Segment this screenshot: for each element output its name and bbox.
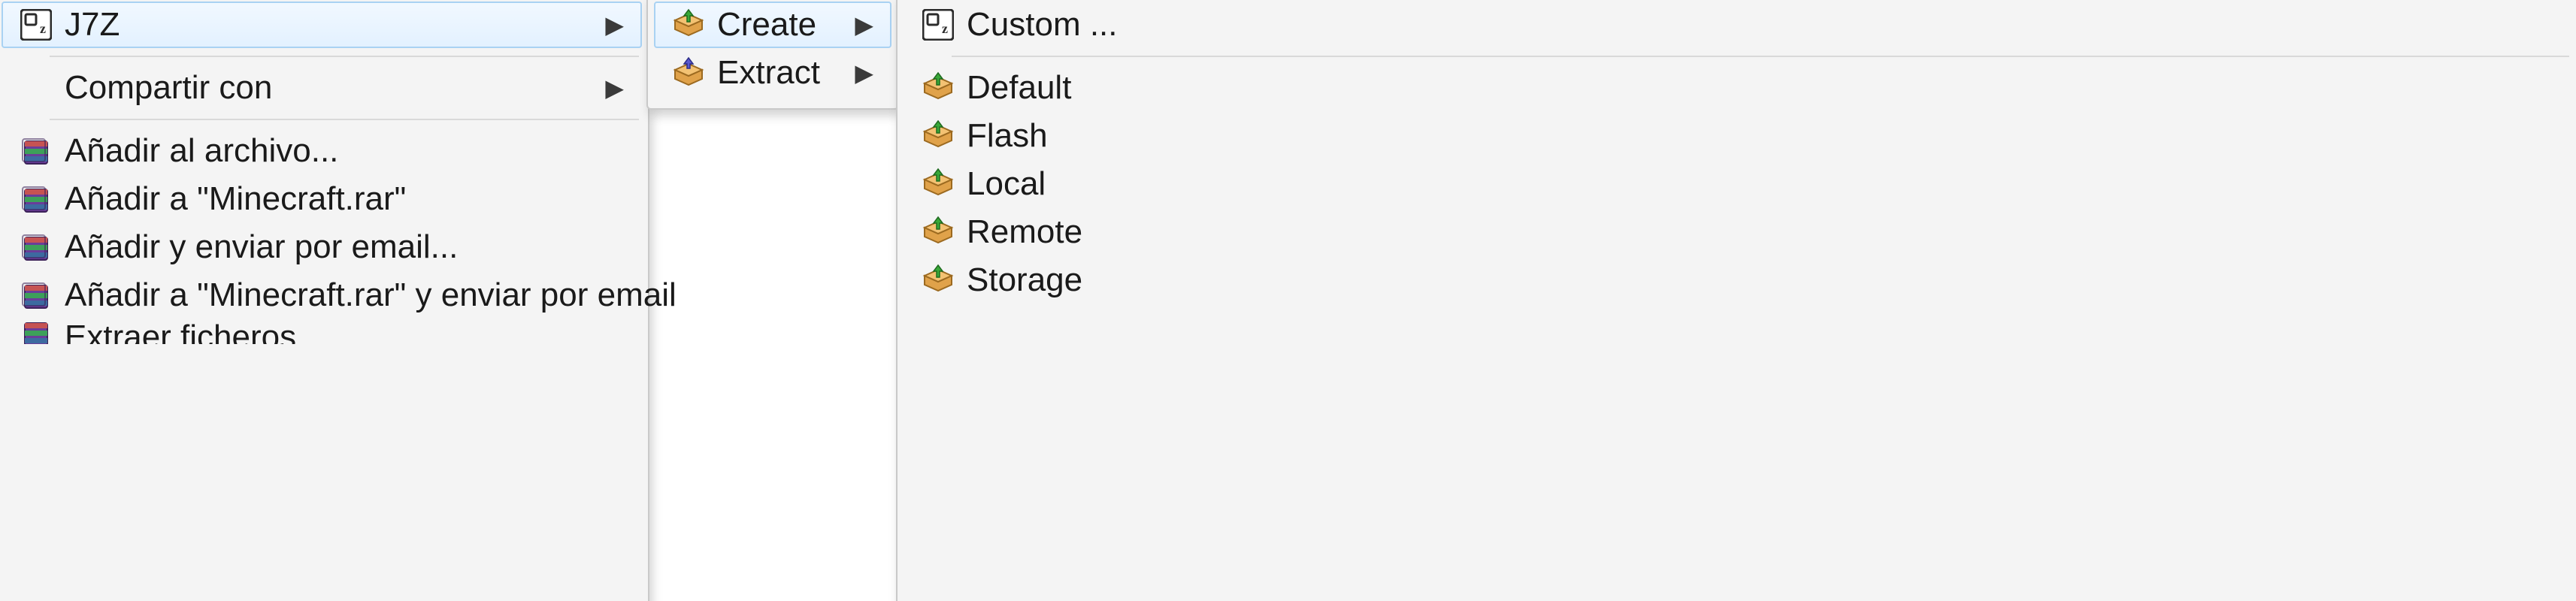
menu-item-label: Añadir a "Minecraft.rar" y enviar por em…	[57, 276, 677, 314]
menu-item-extract[interactable]: Extract ▶	[654, 50, 891, 96]
menu-item-label: Default	[959, 69, 2554, 107]
winrar-icon	[15, 135, 57, 167]
menu-item-label: J7Z	[57, 6, 605, 44]
menu-item-label: Compartir con	[57, 69, 605, 107]
menu-item-storage[interactable]: Storage	[904, 257, 2572, 304]
menu-item-label: Storage	[959, 261, 2554, 299]
menu-item-anadir-email[interactable]: Añadir y enviar por email...	[2, 224, 642, 270]
menu-separator	[952, 56, 2569, 57]
j7z-icon: z	[15, 9, 57, 41]
menu-item-create[interactable]: Create ▶	[654, 2, 891, 48]
box-down-arrow-icon	[917, 71, 959, 104]
box-up-arrow-icon	[667, 56, 710, 89]
menu-item-compartir[interactable]: Compartir con ▶	[2, 65, 642, 111]
menu-item-label: Añadir a "Minecraft.rar"	[57, 180, 624, 218]
menu-item-label: Extraer ficheros...	[57, 320, 624, 346]
menu-item-remote[interactable]: Remote	[904, 209, 2572, 255]
submenu-arrow-icon: ▶	[855, 11, 873, 39]
winrar-icon	[15, 231, 57, 263]
context-menu-primary: z J7Z ▶ Compartir con ▶ Añadir al archiv…	[0, 0, 649, 601]
box-down-arrow-icon	[667, 8, 710, 41]
menu-item-flash[interactable]: Flash	[904, 113, 2572, 159]
context-menu-tertiary: z Custom ... Default Flash	[896, 0, 2576, 601]
context-menu-secondary: Create ▶ Extract ▶	[646, 0, 899, 110]
menu-item-custom[interactable]: z Custom ...	[904, 2, 2572, 48]
submenu-arrow-icon: ▶	[605, 74, 624, 102]
menu-item-label: Añadir al archivo...	[57, 132, 624, 170]
menu-item-label: Create	[710, 6, 855, 44]
menu-item-anadir-rar-email[interactable]: Añadir a "Minecraft.rar" y enviar por em…	[2, 272, 642, 319]
menu-item-label: Custom ...	[959, 6, 2554, 44]
menu-item-label: Añadir y enviar por email...	[57, 228, 624, 266]
menu-item-local[interactable]: Local	[904, 161, 2572, 207]
winrar-icon	[15, 183, 57, 215]
box-down-arrow-icon	[917, 264, 959, 297]
winrar-icon	[15, 320, 57, 346]
menu-item-default[interactable]: Default	[904, 65, 2572, 111]
menu-item-label: Remote	[959, 213, 2554, 251]
box-down-arrow-icon	[917, 168, 959, 201]
winrar-icon	[15, 279, 57, 311]
menu-item-j7z[interactable]: z J7Z ▶	[2, 2, 642, 48]
menu-item-anadir-rar[interactable]: Añadir a "Minecraft.rar"	[2, 176, 642, 222]
submenu-arrow-icon: ▶	[855, 59, 873, 87]
menu-item-anadir-archivo[interactable]: Añadir al archivo...	[2, 128, 642, 174]
menu-separator	[50, 56, 639, 57]
j7z-icon: z	[917, 9, 959, 41]
menu-separator	[50, 119, 639, 120]
submenu-arrow-icon: ▶	[605, 11, 624, 39]
svg-text:z: z	[40, 21, 46, 36]
menu-item-label: Local	[959, 165, 2554, 203]
menu-item-label: Flash	[959, 117, 2554, 155]
menu-item-label: Extract	[710, 54, 855, 92]
box-down-arrow-icon	[917, 216, 959, 249]
svg-text:z: z	[942, 21, 948, 36]
box-down-arrow-icon	[917, 119, 959, 153]
menu-item-extraer[interactable]: Extraer ficheros...	[2, 320, 642, 346]
